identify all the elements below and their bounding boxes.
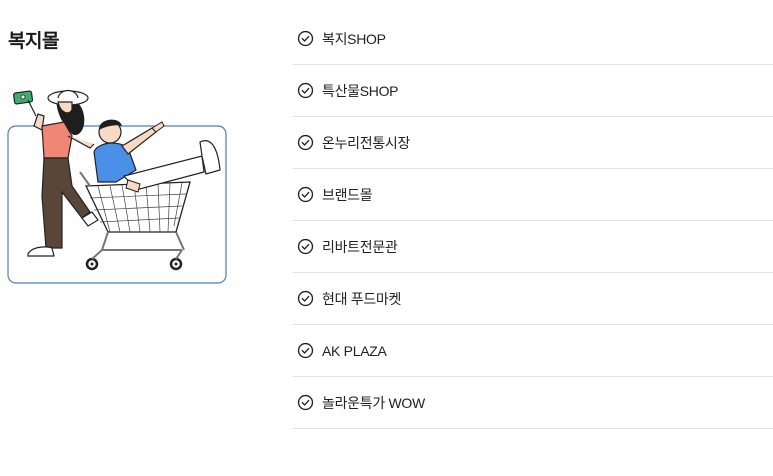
check-circle-icon (297, 394, 314, 411)
menu-item-local-specialty-shop[interactable]: 특산물SHOP (293, 65, 773, 117)
menu-item-livart[interactable]: 리바트전문관 (293, 221, 773, 273)
menu-item-label: 특산물SHOP (322, 82, 399, 99)
menu-item-label: 현대 푸드마켓 (322, 290, 402, 307)
menu-item-label: 복지SHOP (322, 30, 386, 47)
menu-item-label: 놀라운특가 WOW (322, 394, 425, 411)
menu-item-hyundai-food-market[interactable]: 현대 푸드마켓 (293, 273, 773, 325)
shopping-cart-illustration (6, 86, 230, 286)
check-circle-icon (297, 290, 314, 307)
menu-item-label: 리바트전문관 (322, 238, 398, 255)
check-circle-icon (297, 342, 314, 359)
menu-item-label: 온누리전통시장 (322, 134, 411, 151)
section-title: 복지몰 (8, 31, 59, 52)
check-circle-icon (297, 82, 314, 99)
check-circle-icon (297, 134, 314, 151)
menu-item-label: 브랜드몰 (322, 186, 373, 203)
menu-item-brand-mall[interactable]: 브랜드몰 (293, 169, 773, 221)
menu-item-wow-deals[interactable]: 놀라운특가 WOW (293, 377, 773, 429)
check-circle-icon (297, 238, 314, 255)
menu-item-onnuri-market[interactable]: 온누리전통시장 (293, 117, 773, 169)
menu-item-welfare-shop[interactable]: 복지SHOP (293, 13, 773, 65)
menu-item-label: AK PLAZA (322, 342, 387, 359)
check-circle-icon (297, 186, 314, 203)
menu-item-ak-plaza[interactable]: AK PLAZA (293, 325, 773, 377)
mall-menu-list: 복지SHOP 특산물SHOP 온누리전통시장 브랜드몰 리바트전문관 현대 푸드… (293, 13, 773, 429)
check-circle-icon (297, 30, 314, 47)
